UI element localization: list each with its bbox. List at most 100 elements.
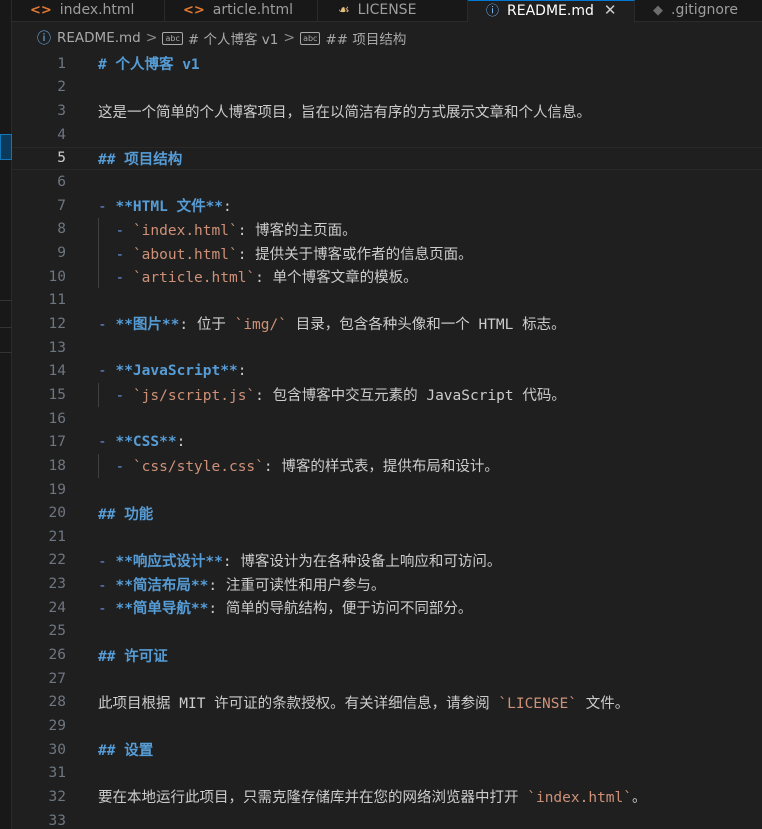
code-token: `css/style.css` xyxy=(132,459,264,476)
editor-line[interactable]: 33 xyxy=(12,809,762,829)
line-number: 12 xyxy=(48,315,66,332)
code-token: - xyxy=(98,199,116,216)
editor-line[interactable]: 27 xyxy=(12,667,762,691)
editor-line[interactable]: 11 xyxy=(12,289,762,313)
editor-line[interactable]: 30 ## 设置 xyxy=(12,738,762,762)
code-token: `js/script.js` xyxy=(132,388,256,405)
code-token: - xyxy=(115,222,133,239)
editor-line[interactable]: 32 要在本地运行此项目，只需克隆存储库并在您的网络浏览器中打开 `index.h… xyxy=(12,785,762,809)
line-number: 29 xyxy=(48,718,66,734)
line-content: - **简洁布局**: 注重可读性和用户参与。 xyxy=(98,574,385,595)
tab-label: .gitignore xyxy=(671,2,738,18)
code-token: 要在本地运行此项目，只需克隆存储库并在您的网络浏览器中打开 xyxy=(98,790,528,807)
editor-line[interactable]: 6 xyxy=(12,170,762,194)
code-token: - xyxy=(115,388,133,405)
line-content: ## 许可证 xyxy=(98,645,168,666)
editor-line[interactable]: 14 - **JavaScript**: xyxy=(12,359,762,383)
editor-line[interactable]: 15 - `js/script.js`: 包含博客中交互元素的 JavaScri… xyxy=(12,383,762,407)
line-number: 9 xyxy=(57,245,66,261)
line-number: 25 xyxy=(48,623,66,640)
close-icon[interactable]: ✕ xyxy=(604,1,617,19)
code-token: `index.html` xyxy=(132,222,238,239)
editor-line[interactable]: 18 - `css/style.css`: 博客的样式表，提供布局和设计。 xyxy=(12,454,762,478)
editor-line[interactable]: 25 xyxy=(12,620,762,644)
line-number: 32 xyxy=(48,788,66,805)
editor-line[interactable]: 10 - `article.html`: 单个博客文章的模板。 xyxy=(12,264,762,289)
tab-article-html[interactable]: <> article.html xyxy=(165,0,318,22)
editor-line[interactable]: 16 xyxy=(12,407,762,431)
chevron-right-icon: > xyxy=(145,30,158,46)
editor-line[interactable]: 2 xyxy=(12,76,762,100)
tab-gitignore[interactable]: ◆ .gitignore xyxy=(635,0,762,22)
breadcrumb-heading-1[interactable]: # 个人博客 v1 xyxy=(188,28,278,48)
line-number: 5 xyxy=(57,150,66,167)
editor-line[interactable]: 21 xyxy=(12,525,762,549)
sidebar-divider xyxy=(0,352,12,353)
code-token: : xyxy=(223,199,232,216)
tab-index-html[interactable]: <> index.html xyxy=(12,0,165,22)
line-number: 18 xyxy=(48,457,66,474)
line-number: 31 xyxy=(48,765,66,782)
tab-readme-md[interactable]: ⓘ README.md ✕ xyxy=(468,0,635,23)
code-token: : xyxy=(176,434,186,451)
line-number: 24 xyxy=(48,599,66,616)
chevron-right-icon: > xyxy=(283,30,296,46)
editor-text-area[interactable]: 1 # 个人博客 v1 2 3 这是一个简单的个人博客项目，旨在以简洁有序的方式展示文章… xyxy=(12,52,762,829)
editor-line[interactable]: 13 xyxy=(12,336,762,360)
line-content: - `index.html`: 博客的主页面。 xyxy=(98,219,356,240)
editor-line[interactable]: 3 这是一个简单的个人博客项目，旨在以简洁有序的方式展示文章和个人信息。 xyxy=(12,99,762,123)
editor-line[interactable]: 7 - **HTML 文件**: xyxy=(12,194,762,218)
line-number: 19 xyxy=(48,481,66,498)
editor-line[interactable]: 1 # 个人博客 v1 xyxy=(12,52,762,76)
editor-line[interactable]: 24 - **简单导航**: 简单的导航结构，便于访问不同部分。 xyxy=(12,596,762,620)
license-icon: ☙ xyxy=(338,3,350,18)
line-content: - `article.html`: 单个博客文章的模板。 xyxy=(98,266,417,287)
code-token: : 博客的样式表，提供布局和设计。 xyxy=(263,459,499,476)
code-token: ## 设置 xyxy=(98,743,154,760)
sidebar-divider xyxy=(0,327,12,328)
editor-line[interactable]: 8 - `index.html`: 博客的主页面。 xyxy=(12,217,762,242)
sidebar-selected-item[interactable] xyxy=(0,134,12,160)
line-content: - **图片**: 位于 `img/` 目录，包含各种头像和一个 HTML 标志… xyxy=(98,313,566,334)
code-token: ## 项目结构 xyxy=(98,151,183,168)
editor-line[interactable]: 17 - **CSS**: xyxy=(12,430,762,454)
editor-line[interactable]: 28 此项目根据 MIT 许可证的条款授权。有关详细信息，请参阅 `LICENSE… xyxy=(12,691,762,715)
editor-line[interactable]: 31 xyxy=(12,762,762,786)
editor-line[interactable]: 12 - **图片**: 位于 `img/` 目录，包含各种头像和一个 HTML … xyxy=(12,312,762,336)
sidebar-edge xyxy=(0,0,12,829)
editor-line[interactable]: 29 xyxy=(12,714,762,738)
code-token: `article.html` xyxy=(132,270,256,287)
editor-line[interactable]: 19 xyxy=(12,478,762,502)
code-icon: <> xyxy=(30,3,52,18)
line-number: 11 xyxy=(48,292,66,309)
line-number: 7 xyxy=(57,197,66,214)
line-number: 27 xyxy=(48,670,66,687)
editor-line[interactable]: 26 ## 许可证 xyxy=(12,643,762,667)
line-content: - `css/style.css`: 博客的样式表，提供布局和设计。 xyxy=(98,455,499,476)
breadcrumb-file[interactable]: README.md xyxy=(57,30,141,46)
code-token: : 博客设计为在各种设备上响应和可访问。 xyxy=(222,553,502,570)
editor-tab-bar: <> index.html <> article.html ☙ LICENSE … xyxy=(12,0,762,23)
editor-line[interactable]: 4 xyxy=(12,123,762,147)
line-content: - **CSS**: xyxy=(98,434,185,450)
code-token: 文件。 xyxy=(576,695,630,712)
editor-line[interactable]: 23 - **简洁布局**: 注重可读性和用户参与。 xyxy=(12,572,762,596)
code-token: **CSS** xyxy=(115,434,177,451)
line-content: ## 设置 xyxy=(98,739,153,760)
line-number: 30 xyxy=(48,741,66,758)
editor-line[interactable]: 9 - `about.html`: 提供关于博客或作者的信息页面。 xyxy=(12,241,762,265)
code-token: `img/` xyxy=(234,317,287,334)
editor-line[interactable]: 5 ## 项目结构 xyxy=(12,146,762,171)
editor-line[interactable]: 20 ## 功能 xyxy=(12,501,762,525)
editor-line[interactable]: 22 - **响应式设计**: 博客设计为在各种设备上响应和可访问。 xyxy=(12,549,762,573)
breadcrumb-heading-2[interactable]: ## 项目结构 xyxy=(325,28,406,48)
code-token: **简单导航** xyxy=(115,601,209,618)
line-number: 3 xyxy=(57,103,66,120)
tab-license[interactable]: ☙ LICENSE xyxy=(318,0,468,22)
tab-label: LICENSE xyxy=(357,2,417,18)
code-token: - xyxy=(98,601,116,618)
line-content: ## 功能 xyxy=(98,503,153,524)
